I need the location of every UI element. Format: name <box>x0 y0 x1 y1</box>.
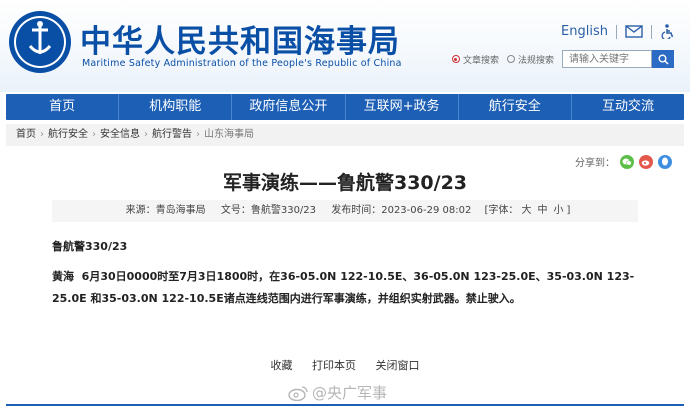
notice-id: 鲁航警330/23 <box>52 240 128 253</box>
mail-icon[interactable] <box>625 25 643 38</box>
meta-font-close: ] <box>566 205 571 216</box>
radio-dot-selected <box>451 55 460 63</box>
nav-item-internet-gov[interactable]: 互联网+政务 <box>346 94 459 120</box>
font-size-large[interactable]: 大 <box>521 205 531 216</box>
breadcrumb-safety-info[interactable]: 安全信息 <box>100 129 140 140</box>
meta-doc-no: 文号：鲁航警330/23 <box>220 205 317 216</box>
nav-item-home[interactable]: 首页 <box>6 94 120 120</box>
accessibility-icon[interactable] <box>660 24 674 39</box>
chevron-right-icon: › <box>196 129 200 140</box>
wechat-icon[interactable] <box>620 154 634 169</box>
breadcrumb-navigation-safety[interactable]: 航行安全 <box>48 129 88 140</box>
print-button[interactable]: 打印本页 <box>312 359 356 372</box>
font-size-small[interactable]: 小 <box>553 205 563 216</box>
chevron-right-icon: › <box>40 129 44 140</box>
watermark: @央广军事 <box>288 382 387 403</box>
site-title-english: Maritime Safety Administration of the Pe… <box>82 58 402 69</box>
article-meta: 来源：青岛海事局 文号：鲁航警330/23 发布时间：2023-06-29 08… <box>52 200 638 222</box>
article-title: 军事演练——鲁航警330/23 <box>222 172 468 194</box>
meta-source: 来源：青岛海事局 <box>125 205 206 216</box>
msa-logo[interactable] <box>8 10 72 74</box>
breadcrumb-shandong[interactable]: 山东海事局 <box>204 129 254 140</box>
breadcrumb-nav-warning[interactable]: 航行警告 <box>152 129 192 140</box>
notice-text: 黄海 6月30日0000时至7月3日1800时，在36-05.0N 122-10… <box>52 266 642 310</box>
article-actions: 收藏 打印本页 关闭窗口 <box>0 357 690 373</box>
search-bar: 文章搜索 法规搜索 <box>451 50 674 68</box>
site-title: 中华人民共和国海事局 <box>80 24 400 60</box>
radio-label: 文章搜索 <box>462 55 499 66</box>
divider <box>616 24 617 39</box>
site-header: 中华人民共和国海事局 Maritime Safety Administratio… <box>0 0 690 92</box>
radio-law-search[interactable]: 法规搜索 <box>506 53 554 66</box>
english-link[interactable]: English <box>561 24 608 39</box>
share-label: 分享到： <box>575 158 615 169</box>
meta-font-label: [字体： <box>484 205 519 216</box>
search-button[interactable] <box>652 50 674 68</box>
header-tools: English <box>561 24 674 39</box>
breadcrumb: 首页 › 航行安全 › 安全信息 › 航行警告 › 山东海事局 <box>6 124 684 146</box>
footer-divider <box>6 404 684 406</box>
weibo-icon[interactable] <box>639 154 653 169</box>
radio-article-search[interactable]: 文章搜索 <box>451 53 499 66</box>
radio-label: 法规搜索 <box>517 55 554 66</box>
qq-icon[interactable] <box>658 154 672 169</box>
chevron-right-icon: › <box>92 129 96 140</box>
search-icon <box>658 54 669 65</box>
breadcrumb-home[interactable]: 首页 <box>16 129 36 140</box>
share-bar: 分享到： <box>575 154 672 169</box>
favorite-button[interactable]: 收藏 <box>271 359 293 372</box>
notice-body: 6月30日0000时至7月3日1800时，在36-05.0N 122-10.5E… <box>52 270 635 305</box>
close-window-button[interactable]: 关闭窗口 <box>376 359 420 372</box>
divider <box>651 24 652 39</box>
nav-item-interaction[interactable]: 互动交流 <box>572 94 684 120</box>
chevron-right-icon: › <box>144 129 148 140</box>
weibo-icon <box>288 385 308 401</box>
notice-region: 黄海 <box>52 270 74 283</box>
main-nav: 首页 机构职能 政府信息公开 互联网+政务 航行安全 互动交流 <box>6 94 684 120</box>
meta-publish-time: 发布时间：2023-06-29 08:02 <box>331 205 472 216</box>
radio-dot <box>506 55 515 63</box>
search-input[interactable] <box>562 50 652 68</box>
font-size-medium[interactable]: 中 <box>537 205 547 216</box>
nav-item-gov-info[interactable]: 政府信息公开 <box>232 94 346 120</box>
nav-item-navigation-safety[interactable]: 航行安全 <box>459 94 572 120</box>
watermark-text: @央广军事 <box>312 384 388 402</box>
article-body: 鲁航警330/23 黄海 6月30日0000时至7月3日1800时，在36-05… <box>52 236 642 310</box>
nav-item-functions[interactable]: 机构职能 <box>119 94 233 120</box>
